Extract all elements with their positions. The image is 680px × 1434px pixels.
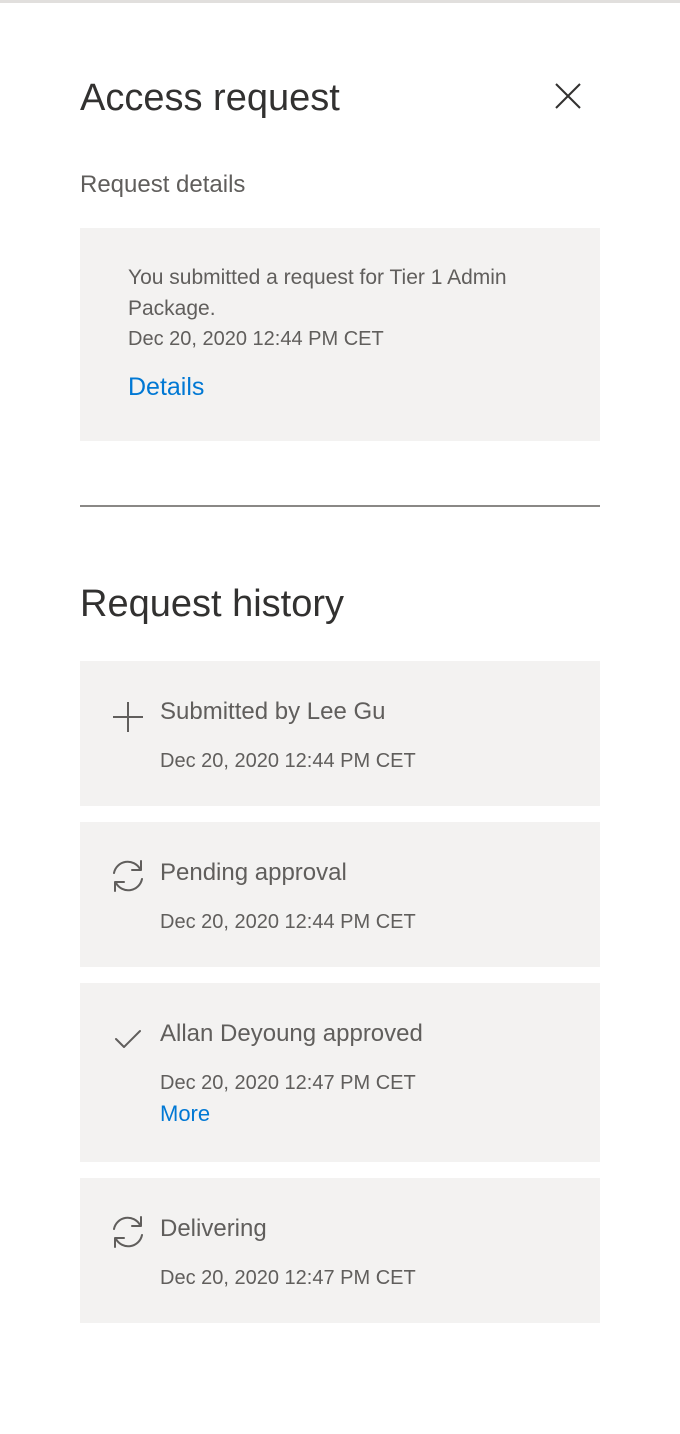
request-history-title: Request history [80, 583, 345, 625]
history-item-label: Pending approval [160, 859, 347, 886]
history-item-label: Delivering [160, 1215, 267, 1242]
history-item-approved: Allan Deyoung approved Dec 20, 2020 12:4… [80, 983, 600, 1162]
history-item-date: Dec 20, 2020 12:47 PM CET [160, 1072, 416, 1094]
request-details-message: You submitted a request for Tier 1 Admin… [128, 266, 507, 320]
refresh-icon [110, 1214, 146, 1250]
request-details-date: Dec 20, 2020 12:44 PM CET [128, 328, 384, 350]
details-link[interactable]: Details [128, 373, 204, 402]
checkmark-icon [110, 1021, 146, 1057]
close-icon [555, 83, 581, 109]
top-border [0, 0, 680, 3]
request-details-label: Request details [80, 171, 246, 198]
history-item-delivering: Delivering Dec 20, 2020 12:47 PM CET [80, 1178, 600, 1323]
add-icon [110, 699, 146, 735]
close-button[interactable] [548, 76, 588, 116]
history-item-date: Dec 20, 2020 12:44 PM CET [160, 911, 416, 933]
history-item-pending-approval: Pending approval Dec 20, 2020 12:44 PM C… [80, 822, 600, 967]
history-item-label: Allan Deyoung approved [160, 1020, 423, 1047]
section-divider [80, 505, 600, 507]
panel-title: Access request [80, 77, 340, 119]
history-item-date: Dec 20, 2020 12:44 PM CET [160, 750, 416, 772]
refresh-icon [110, 858, 146, 894]
request-details-card: You submitted a request for Tier 1 Admin… [80, 228, 600, 441]
history-item-date: Dec 20, 2020 12:47 PM CET [160, 1267, 416, 1289]
more-link[interactable]: More [160, 1100, 210, 1128]
history-item-submitted: Submitted by Lee Gu Dec 20, 2020 12:44 P… [80, 661, 600, 806]
history-item-label: Submitted by Lee Gu [160, 698, 386, 725]
